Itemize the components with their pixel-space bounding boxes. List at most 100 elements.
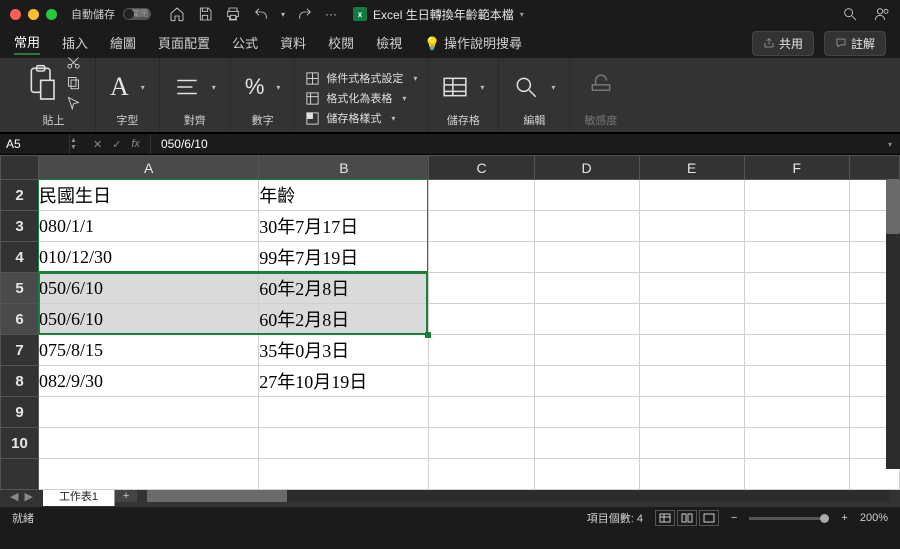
cell[interactable] — [744, 397, 849, 428]
cell[interactable] — [744, 242, 849, 273]
cell[interactable]: 050/6/10 — [39, 273, 259, 304]
cell[interactable] — [429, 180, 534, 211]
view-page-layout-button[interactable] — [677, 510, 697, 526]
format-as-table-button[interactable]: 格式化為表格▾ — [305, 90, 417, 106]
percent-icon[interactable]: % — [245, 74, 265, 100]
cell[interactable]: 075/8/15 — [39, 335, 259, 366]
cell[interactable]: 年齡 — [259, 180, 429, 211]
cell[interactable] — [534, 366, 639, 397]
cell[interactable] — [639, 428, 744, 459]
cell[interactable] — [639, 397, 744, 428]
cell[interactable]: 民國生日 — [39, 180, 259, 211]
search-icon[interactable] — [842, 6, 858, 22]
cell[interactable] — [534, 242, 639, 273]
cell[interactable] — [744, 304, 849, 335]
cell[interactable] — [429, 273, 534, 304]
cell[interactable] — [534, 273, 639, 304]
cell[interactable] — [39, 428, 259, 459]
zoom-out-button[interactable]: − — [731, 512, 737, 524]
tab-data[interactable]: 資料 — [280, 33, 306, 54]
tab-view[interactable]: 檢視 — [376, 33, 402, 54]
cell[interactable] — [534, 397, 639, 428]
cell[interactable] — [429, 459, 534, 490]
row-header[interactable]: 2 — [1, 180, 39, 211]
col-header-a[interactable]: A — [39, 156, 259, 180]
cell[interactable] — [639, 211, 744, 242]
sheet-nav-prev[interactable]: ◀ — [10, 490, 18, 503]
namebox-spinner[interactable]: ▲▼ — [70, 137, 77, 151]
view-page-break-button[interactable] — [699, 510, 719, 526]
redo-icon[interactable] — [297, 6, 313, 22]
cell[interactable]: 30年7月17日 — [259, 211, 429, 242]
cell[interactable] — [259, 397, 429, 428]
undo-icon[interactable] — [253, 6, 269, 22]
undo-dropdown[interactable]: ▾ — [281, 10, 285, 19]
cell[interactable] — [259, 428, 429, 459]
vertical-scroll-thumb[interactable] — [886, 179, 900, 234]
document-title[interactable]: x Excel 生日轉換年齡範本檔 ▾ — [353, 6, 524, 23]
tab-home[interactable]: 常用 — [14, 32, 40, 55]
cell[interactable] — [534, 459, 639, 490]
cell[interactable] — [744, 273, 849, 304]
zoom-slider[interactable] — [749, 517, 829, 520]
cell[interactable] — [744, 366, 849, 397]
zoom-slider-thumb[interactable] — [820, 514, 829, 523]
cell[interactable]: 082/9/30 — [39, 366, 259, 397]
col-header-b[interactable]: B — [259, 156, 429, 180]
expand-formula-bar[interactable]: ▾ — [880, 140, 900, 149]
view-normal-button[interactable] — [655, 510, 675, 526]
col-header-e[interactable]: E — [639, 156, 744, 180]
cell[interactable] — [639, 335, 744, 366]
comments-button[interactable]: 註解 — [824, 31, 886, 56]
conditional-formatting-button[interactable]: 條件式格式設定▾ — [305, 70, 417, 86]
col-header-d[interactable]: D — [534, 156, 639, 180]
cell-styles-button[interactable]: 儲存格樣式▾ — [305, 110, 417, 126]
cell[interactable] — [744, 211, 849, 242]
spreadsheet-grid[interactable]: A B C D E F 2民國生日年齡3080/1/130年7月17日4010/… — [0, 155, 900, 485]
sheet-nav-next[interactable]: ▶ — [24, 490, 32, 503]
tab-page-layout[interactable]: 頁面配置 — [158, 33, 210, 54]
cell[interactable] — [39, 397, 259, 428]
save-icon[interactable] — [197, 6, 213, 22]
cancel-formula-icon[interactable]: ✕ — [93, 138, 102, 151]
cut-icon[interactable] — [66, 55, 81, 70]
row-header[interactable]: 7 — [1, 335, 39, 366]
chevron-down-icon[interactable]: ▾ — [520, 10, 524, 19]
add-sheet-button[interactable]: + — [115, 490, 137, 502]
cell[interactable] — [744, 428, 849, 459]
cell[interactable] — [429, 242, 534, 273]
tab-review[interactable]: 校閱 — [328, 33, 354, 54]
cell[interactable] — [259, 459, 429, 490]
tell-me[interactable]: 💡 操作說明搜尋 — [424, 33, 522, 54]
cell[interactable]: 99年7月19日 — [259, 242, 429, 273]
cell[interactable] — [429, 428, 534, 459]
cell[interactable] — [639, 242, 744, 273]
row-header[interactable]: 6 — [1, 304, 39, 335]
account-icon[interactable] — [874, 6, 890, 22]
cells-icon[interactable] — [442, 74, 468, 100]
row-header[interactable]: 10 — [1, 428, 39, 459]
row-header[interactable]: 8 — [1, 366, 39, 397]
cell[interactable] — [744, 459, 849, 490]
tab-draw[interactable]: 繪圖 — [110, 33, 136, 54]
cell[interactable] — [534, 180, 639, 211]
cell[interactable]: 60年2月8日 — [259, 273, 429, 304]
cell[interactable] — [639, 180, 744, 211]
zoom-in-button[interactable]: + — [841, 512, 847, 524]
name-box[interactable]: A5 — [0, 134, 70, 154]
cell[interactable] — [639, 304, 744, 335]
autosave-toggle[interactable]: 關閉 — [123, 8, 151, 20]
more-commands[interactable]: ··· — [325, 7, 337, 21]
cell[interactable] — [639, 366, 744, 397]
cell[interactable] — [534, 304, 639, 335]
cell[interactable]: 010/12/30 — [39, 242, 259, 273]
cell[interactable] — [534, 428, 639, 459]
home-icon[interactable] — [169, 6, 185, 22]
vertical-scrollbar[interactable] — [886, 179, 900, 469]
close-window-button[interactable] — [10, 9, 21, 20]
insert-function-icon[interactable]: fx — [131, 138, 140, 150]
row-header[interactable]: 9 — [1, 397, 39, 428]
cell[interactable]: 60年2月8日 — [259, 304, 429, 335]
align-icon[interactable] — [174, 74, 200, 100]
cell[interactable] — [429, 335, 534, 366]
